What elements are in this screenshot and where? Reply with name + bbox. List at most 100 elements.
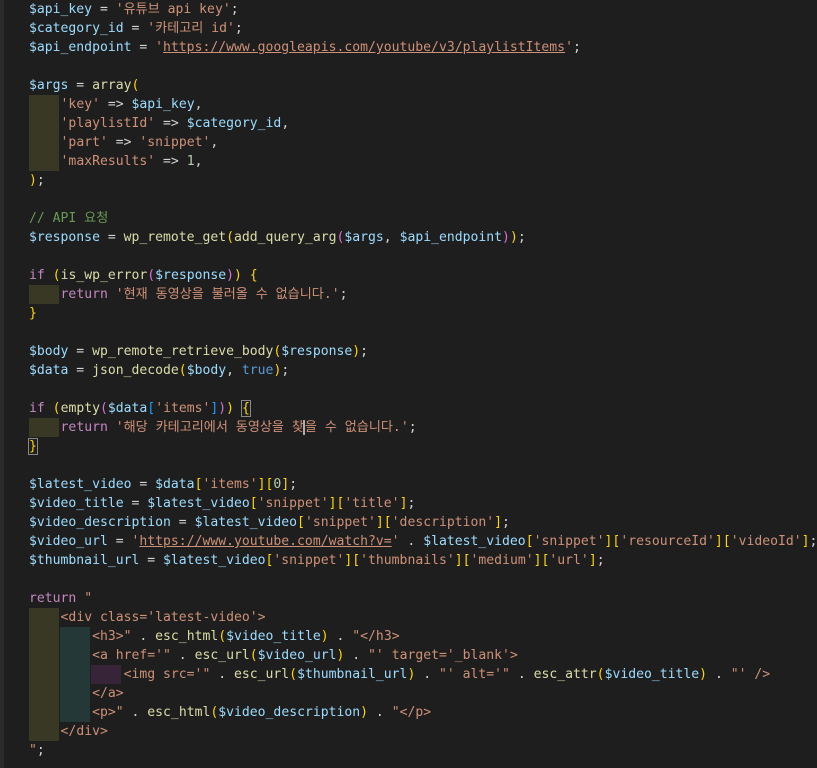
code-line[interactable]: <div class='latest-video'> <box>0 608 817 627</box>
code-line[interactable] <box>0 247 817 266</box>
line-code: "; <box>29 743 45 758</box>
operator-token: . <box>399 534 424 549</box>
code-line[interactable]: $args = array( <box>0 76 817 95</box>
code-line[interactable] <box>0 57 817 76</box>
code-line[interactable]: $video_title = $latest_video['snippet'][… <box>0 494 817 513</box>
code-editor[interactable]: $api_key = '유튜브 api key'; $category_id = … <box>0 0 817 768</box>
code-line[interactable]: } <box>0 437 817 456</box>
code-line[interactable]: if (is_wp_error($response)) { <box>0 266 817 285</box>
string-token: 'snippet' <box>533 534 605 549</box>
line-code: } <box>29 306 37 321</box>
function-token: esc_html <box>147 705 211 720</box>
operator-token: . <box>123 705 148 720</box>
code-line[interactable]: $video_url = 'https://www.youtube.com/wa… <box>0 532 817 551</box>
string-token: 'medium' <box>470 553 534 568</box>
code-line[interactable] <box>0 570 817 589</box>
operator-token: ; <box>408 420 417 435</box>
code-line[interactable]: <a href='" . esc_url($video_url) . "' ta… <box>0 646 817 665</box>
operator-token: , <box>210 135 219 150</box>
code-line[interactable] <box>0 456 817 475</box>
bracket-token: ) <box>509 230 518 245</box>
code-line[interactable]: $thumbnail_url = $latest_video ['snippet'… <box>0 551 817 570</box>
url-link-token[interactable]: https://www.googleapis.com/youtube/v3/pl… <box>163 40 565 55</box>
code-line[interactable]: <p>" . esc_html($video_description) . "<… <box>0 703 817 722</box>
function-token: wp_remote_get <box>123 230 227 245</box>
string-token: </div> <box>60 724 108 739</box>
bracket-token: ) <box>226 268 235 283</box>
variable-token: $response <box>155 268 227 283</box>
operator-token: => <box>107 135 140 150</box>
function-token: json_decode <box>92 363 179 378</box>
code-line[interactable]: if (empty($data['items'])) { <box>0 399 817 418</box>
string-token: 'snippet' <box>304 515 376 530</box>
code-line[interactable]: return '해당 카테고리에서 동영상을 찾을 수 없습니다.'; <box>0 418 817 437</box>
code-line[interactable]: $latest_video = $data['items'][0]; <box>0 475 817 494</box>
keyword-token: return <box>60 287 108 302</box>
code-line[interactable]: 'key' => $api_key, <box>0 95 817 114</box>
variable-token: $body <box>29 344 69 359</box>
code-line[interactable]: return '현재 동영상을 불러올 수 없습니다.'; <box>0 285 817 304</box>
line-code: $api_endpoint = 'https://www.googleapis.… <box>29 40 581 55</box>
variable-token: $video_title <box>226 629 321 644</box>
variable-token: $body <box>186 363 227 378</box>
operator-token: . <box>170 648 195 663</box>
operator-token: . <box>328 629 353 644</box>
variable-token: $video_title <box>604 667 700 682</box>
code-line[interactable]: $api_key = '유튜브 api key'; <box>0 0 817 19</box>
matched-bracket-token: } <box>28 438 38 455</box>
code-line[interactable]: 'part' => 'snippet', <box>0 133 817 152</box>
variable-token: $thumbnail_url <box>29 553 140 568</box>
code-line[interactable]: </a> <box>0 684 817 703</box>
code-line[interactable] <box>0 190 817 209</box>
code-line[interactable] <box>0 323 817 342</box>
bracket-token: ] <box>533 553 542 568</box>
code-line[interactable]: "; <box>0 741 817 760</box>
code-line[interactable]: } <box>0 304 817 323</box>
bracket-token: [ <box>352 553 361 568</box>
string-token: ' <box>565 40 573 55</box>
bracket-token: [ <box>249 496 258 511</box>
function-token: is_wp_error <box>60 268 148 283</box>
code-line[interactable]: $category_id = '카테고리 id'; <box>0 19 817 38</box>
operator-token: = <box>107 534 132 549</box>
code-line[interactable]: // API 요청 <box>0 209 817 228</box>
bracket-token: ) <box>699 667 708 682</box>
code-lines[interactable]: $api_key = '유튜브 api key'; $category_id = … <box>0 0 817 760</box>
code-line[interactable]: $video_description = $latest_video['snip… <box>0 513 817 532</box>
operator-token <box>242 268 250 283</box>
operator-token: ; <box>234 21 243 36</box>
bracket-token: [ <box>297 515 305 530</box>
variable-token: $latest_video <box>147 496 250 511</box>
code-line[interactable]: 'maxResults' => 1, <box>0 152 817 171</box>
bracket-token: ] <box>494 515 503 530</box>
code-line[interactable]: $response = wp_remote_get(add_query_arg(… <box>0 228 817 247</box>
code-line[interactable]: ); <box>0 171 817 190</box>
code-line[interactable]: <img src='" . esc_url($thumbnail_url) . … <box>0 665 817 684</box>
string-token: 'items' <box>155 401 211 416</box>
operator-token: => <box>99 97 132 112</box>
string-token: 'snippet' <box>273 553 345 568</box>
url-link-token[interactable]: https://www.youtube.com/watch?v= <box>139 534 391 549</box>
code-line[interactable]: $api_endpoint = 'https://www.googleapis.… <box>0 38 817 57</box>
function-token: array <box>92 78 132 93</box>
operator-token: ; <box>596 553 605 568</box>
function-token: wp_remote_retrieve_body <box>92 344 274 359</box>
line-code: <h3>" . esc_html($video_title) . "</h3> <box>29 629 400 644</box>
variable-token: $api_endpoint <box>29 40 132 55</box>
code-line[interactable]: </div> <box>0 722 817 741</box>
code-line[interactable]: $body = wp_remote_retrieve_body($respons… <box>0 342 817 361</box>
operator-token: = <box>170 515 195 530</box>
number-token: 1 <box>186 154 195 169</box>
variable-token: $latest_video <box>163 553 266 568</box>
code-line[interactable]: <h3>" . esc_html($video_title) . "</h3> <box>0 627 817 646</box>
bracket-token: ] <box>801 534 810 549</box>
variable-token: $response <box>29 230 100 245</box>
code-line[interactable]: $data = json_decode($body, true); <box>0 361 817 380</box>
variable-token: $args <box>344 230 384 245</box>
code-line[interactable]: 'playlistId' => $category_id, <box>0 114 817 133</box>
code-line[interactable]: return " <box>0 589 817 608</box>
code-line[interactable] <box>0 380 817 399</box>
